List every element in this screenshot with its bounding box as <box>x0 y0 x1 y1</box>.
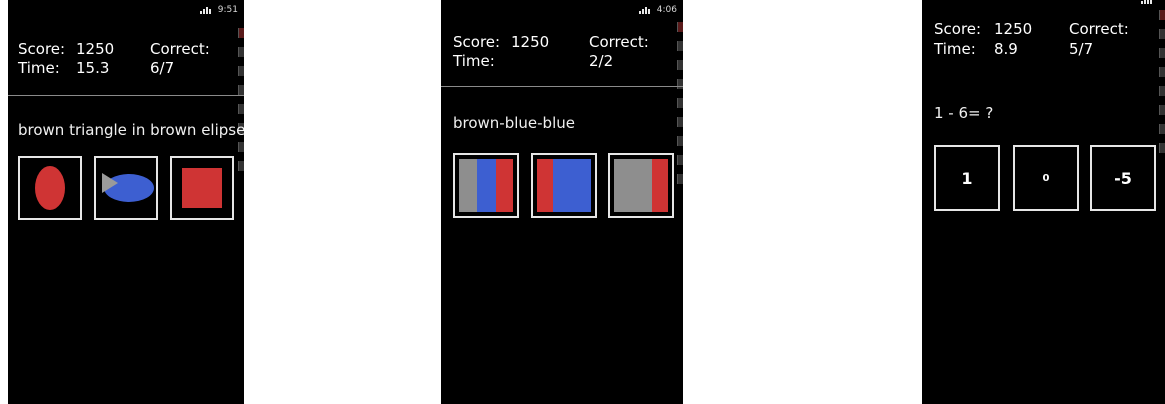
question-prompt: brown-blue-blue <box>453 114 575 132</box>
answer-label: -5 <box>1114 168 1132 188</box>
correct-label: Correct: <box>1069 20 1129 38</box>
correct-value: 6/7 <box>150 59 175 77</box>
gray-red-stripes <box>614 159 668 212</box>
answer-label: 1 <box>961 168 973 188</box>
answer-label: 0 <box>1042 172 1050 184</box>
math-question: 1 - 6= ? <box>934 104 994 122</box>
status-bar <box>1141 0 1159 4</box>
game-screen-shapes: 9:51 Score: 1250 Correct: Time: 15.3 6/7… <box>8 0 244 404</box>
choice-red-blue[interactable] <box>531 153 597 218</box>
status-time: 4:06 <box>656 5 677 15</box>
signal-icon <box>638 6 651 14</box>
gray-blue-red-stripes <box>459 159 513 212</box>
red-square-shape <box>182 168 222 208</box>
time-label: Time: <box>18 59 60 77</box>
status-time: 9:51 <box>217 5 238 15</box>
game-screen-colors: 4:06 Score: 1250 Correct: Time: 2/2 brow… <box>441 0 683 404</box>
answer-button-2[interactable]: 0 <box>1013 145 1079 211</box>
signal-icon <box>199 6 212 14</box>
choice-blue-ellipse-triangle[interactable] <box>94 156 158 220</box>
blue-ellipse-gray-triangle-shape <box>102 173 154 202</box>
correct-label: Correct: <box>589 33 649 51</box>
answer-button-3[interactable]: -5 <box>1090 145 1156 211</box>
header-divider <box>441 86 683 87</box>
score-label: Score: <box>453 33 501 51</box>
status-bar: 9:51 <box>199 5 238 15</box>
score-label: Score: <box>934 20 982 38</box>
time-label: Time: <box>453 52 495 70</box>
time-value: 8.9 <box>994 40 1018 58</box>
screen-edge-strip <box>677 22 683 193</box>
score-value: 1250 <box>511 33 550 51</box>
game-screen-math: Score: 1250 Correct: Time: 8.9 5/7 1 - 6… <box>922 0 1165 404</box>
choice-red-square[interactable] <box>170 156 234 220</box>
choice-gray-blue-red[interactable] <box>453 153 519 218</box>
correct-value: 2/2 <box>589 52 614 70</box>
choice-gray-red[interactable] <box>608 153 674 218</box>
score-value: 1250 <box>994 20 1033 38</box>
score-label: Score: <box>18 40 66 58</box>
red-blue-stripes <box>537 159 591 212</box>
answer-button-1[interactable]: 1 <box>934 145 1000 211</box>
time-value: 15.3 <box>76 59 110 77</box>
status-bar: 4:06 <box>638 5 677 15</box>
header-divider <box>8 95 244 96</box>
correct-label: Correct: <box>150 40 210 58</box>
choice-red-ellipse[interactable] <box>18 156 82 220</box>
screen-edge-strip <box>238 28 244 180</box>
signal-icon <box>1141 0 1153 4</box>
score-value: 1250 <box>76 40 115 58</box>
red-ellipse-shape <box>35 166 65 210</box>
correct-value: 5/7 <box>1069 40 1094 58</box>
question-prompt: brown triangle in brown elipse <box>18 121 244 139</box>
time-label: Time: <box>934 40 976 58</box>
screen-edge-strip <box>1159 10 1165 162</box>
